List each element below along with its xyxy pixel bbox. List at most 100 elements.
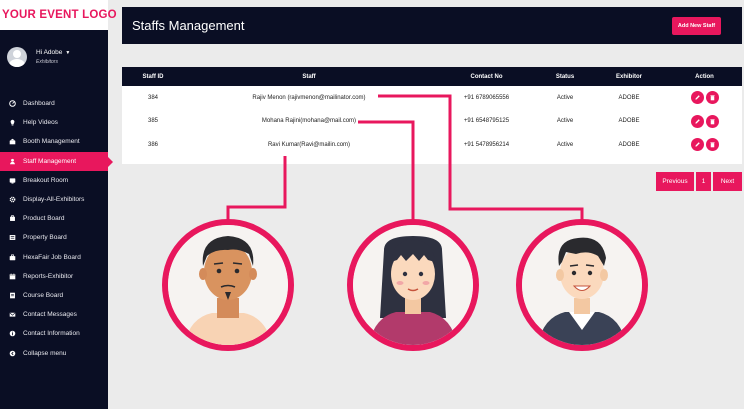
avatar-ravi bbox=[162, 219, 294, 351]
sidebar-item-label: HexaFair Job Board bbox=[23, 253, 81, 261]
sidebar-item-label: Dashboard bbox=[23, 100, 55, 108]
staff-icon bbox=[9, 158, 16, 165]
user-info: Hi Adobe ▼ Exhibitors bbox=[36, 49, 70, 65]
trash-icon bbox=[709, 95, 715, 101]
bulb-icon bbox=[9, 119, 16, 126]
cell-status: Active bbox=[556, 94, 574, 101]
sidebar-item-dashboard[interactable]: Dashboard bbox=[0, 94, 108, 113]
sidebar-item-label: Course Board bbox=[23, 291, 64, 299]
edit-button[interactable] bbox=[690, 91, 704, 105]
cell-actions bbox=[667, 138, 742, 152]
avatar-mohana bbox=[347, 219, 479, 351]
cell-actions bbox=[667, 114, 742, 128]
sidebar-item-label: Display-All-Exhibitors bbox=[23, 196, 85, 204]
cell-contact: +91 6789065556 bbox=[463, 94, 510, 101]
cell-staff: Ravi Kumar(Ravi@mailin.com) bbox=[267, 141, 351, 148]
sidebar-item-label: Collapse menu bbox=[23, 349, 67, 357]
sidebar-item-hexafair-job-board[interactable]: HexaFair Job Board bbox=[0, 248, 108, 267]
cell-status: Active bbox=[556, 141, 574, 148]
course-icon bbox=[9, 292, 16, 299]
product-icon bbox=[9, 215, 16, 222]
staff-avatars-illustration bbox=[162, 94, 648, 351]
sidebar-item-label: Help Videos bbox=[23, 119, 58, 127]
cell-exhibitor: ADOBE bbox=[618, 141, 640, 148]
column-header-action: Action bbox=[695, 73, 714, 80]
cell-staff-id: 386 bbox=[147, 141, 158, 148]
mail-icon bbox=[9, 311, 16, 318]
trash-icon bbox=[709, 119, 715, 125]
table-body: 384 Rajiv Menon (rajivmenon@mailinator.co… bbox=[122, 86, 742, 157]
user-profile[interactable]: Hi Adobe ▼ Exhibitors bbox=[0, 30, 108, 74]
page-number-button[interactable]: 1 bbox=[696, 172, 711, 191]
column-header-contact[interactable]: Contact No bbox=[434, 74, 539, 80]
edit-button[interactable] bbox=[690, 114, 704, 128]
job-icon bbox=[9, 254, 16, 261]
user-name-row[interactable]: Hi Adobe ▼ bbox=[36, 49, 70, 56]
pencil-icon bbox=[694, 142, 700, 147]
pencil-icon bbox=[694, 119, 700, 124]
sidebar-item-label: Breakout Room bbox=[23, 176, 69, 184]
next-page-button[interactable]: Next bbox=[713, 172, 742, 191]
sidebar-item-breakout-room[interactable]: Breakout Room bbox=[0, 171, 108, 190]
sidebar: YOUR EVENT LOGO Hi Adobe ▼ Exhibitors Da… bbox=[0, 0, 117, 409]
property-icon bbox=[9, 234, 16, 241]
table-row: 386 Ravi Kumar(Ravi@mailin.com) +91 547895… bbox=[122, 133, 742, 157]
table-row: 384 Rajiv Menon (rajivmenon@mailinator.co… bbox=[122, 86, 742, 110]
sidebar-item-course-board[interactable]: Course Board bbox=[0, 286, 108, 305]
sidebar-item-contact-messages[interactable]: Contact Messages bbox=[0, 305, 108, 324]
sidebar-item-staff-management[interactable]: Staff Management bbox=[0, 151, 113, 171]
dashboard-icon bbox=[9, 100, 16, 107]
gear-icon bbox=[9, 196, 16, 203]
sidebar-item-label: Booth Management bbox=[23, 138, 80, 146]
connector-line-ravi bbox=[226, 156, 287, 222]
sidebar-item-contact-information[interactable]: Contact Information bbox=[0, 324, 108, 343]
event-logo[interactable]: YOUR EVENT LOGO bbox=[2, 9, 117, 21]
column-header-status[interactable]: Status bbox=[539, 74, 591, 80]
cell-staff-id: 384 bbox=[147, 94, 158, 101]
previous-page-button[interactable]: Previous bbox=[656, 172, 694, 191]
cell-staff: Rajiv Menon (rajivmenon@mailinator.com) bbox=[252, 94, 366, 101]
chevron-down-icon: ▼ bbox=[65, 49, 71, 56]
room-icon bbox=[9, 177, 16, 184]
edit-button[interactable] bbox=[690, 138, 704, 152]
sidebar-item-help-videos[interactable]: Help Videos bbox=[0, 113, 108, 132]
info-icon bbox=[9, 330, 16, 337]
sidebar-item-collapse-menu[interactable]: Collapse menu bbox=[0, 343, 108, 362]
cell-contact: +91 5478956214 bbox=[463, 141, 510, 148]
sidebar-item-reports-exhibitor[interactable]: Reports-Exhibitor bbox=[0, 267, 108, 286]
cell-exhibitor: ADOBE bbox=[618, 118, 640, 125]
sidebar-item-label: Contact Information bbox=[23, 330, 80, 338]
user-role: Exhibitors bbox=[36, 59, 58, 65]
avatar bbox=[7, 47, 27, 67]
collapse-icon bbox=[9, 350, 16, 357]
delete-button[interactable] bbox=[705, 91, 719, 105]
page-header: Staffs Management Add New Staff bbox=[122, 7, 742, 44]
trash-icon bbox=[709, 142, 715, 148]
sidebar-item-label: Product Board bbox=[23, 215, 65, 223]
avatar-rajiv bbox=[516, 219, 648, 351]
sidebar-item-property-board[interactable]: Property Board bbox=[0, 228, 108, 247]
delete-button[interactable] bbox=[705, 114, 719, 128]
staff-table: Staff ID Staff Contact No Status Exhibit… bbox=[122, 67, 742, 164]
column-header-staff[interactable]: Staff bbox=[184, 74, 434, 80]
cell-actions bbox=[667, 91, 742, 105]
add-new-staff-button[interactable]: Add New Staff bbox=[672, 16, 721, 35]
sidebar-item-label: Contact Messages bbox=[23, 311, 77, 319]
delete-button[interactable] bbox=[705, 138, 719, 152]
column-header-exhibitor[interactable]: Exhibitor bbox=[591, 74, 667, 80]
column-header-staff-id[interactable]: Staff ID bbox=[122, 74, 184, 80]
page-title: Staffs Management bbox=[132, 18, 245, 33]
table-row: 385 Mohana Rajini(mohana@mail.com) +91 654… bbox=[122, 110, 742, 134]
sidebar-item-label: Property Board bbox=[23, 234, 67, 242]
user-name: Hi Adobe bbox=[36, 49, 63, 56]
sidebar-item-label: Staff Management bbox=[23, 157, 76, 165]
pencil-icon bbox=[694, 95, 700, 100]
booth-icon bbox=[9, 138, 16, 145]
sidebar-item-product-board[interactable]: Product Board bbox=[0, 209, 108, 228]
sidebar-item-label: Reports-Exhibitor bbox=[23, 272, 74, 280]
cell-staff: Mohana Rajini(mohana@mail.com) bbox=[261, 118, 357, 125]
cell-exhibitor: ADOBE bbox=[618, 94, 640, 101]
cell-status: Active bbox=[556, 118, 574, 125]
sidebar-item-display-all-exhibitors[interactable]: Display-All-Exhibitors bbox=[0, 190, 108, 209]
sidebar-item-booth-management[interactable]: Booth Management bbox=[0, 132, 108, 151]
